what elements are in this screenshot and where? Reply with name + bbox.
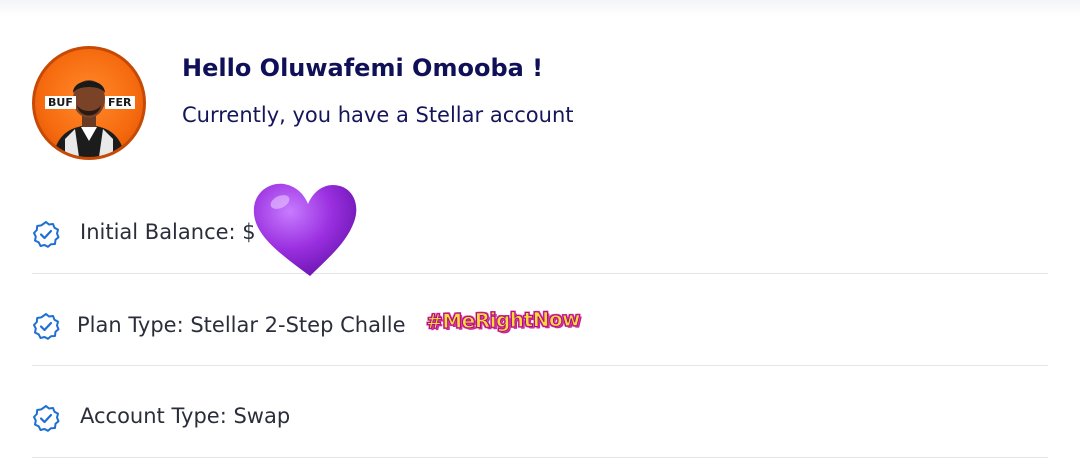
initial-balance-label: Initial Balance: $ [80,220,256,244]
hashtag-sticker: #MeRightNow [425,306,581,334]
avatar-tag-left: BUF [45,96,76,109]
detail-row-account-type: Account Type: Swap [32,366,1048,458]
verified-badge-icon [33,221,60,248]
verified-badge-icon [33,405,60,432]
account-type-label: Account Type: Swap [80,404,291,428]
purple-heart-icon [253,183,357,276]
detail-row-initial-balance: Initial Balance: $ [32,182,1048,274]
account-status-text: Currently, you have a Stellar account [182,103,574,127]
avatar[interactable]: BUF FER [32,46,146,160]
top-shadow [0,0,1080,16]
avatar-tag-right: FER [105,96,135,109]
greeting-title: Hello Oluwafemi Omooba ! [182,54,544,82]
plan-type-label: Plan Type: Stellar 2-Step Challe [77,313,406,337]
verified-badge-icon [33,313,60,340]
